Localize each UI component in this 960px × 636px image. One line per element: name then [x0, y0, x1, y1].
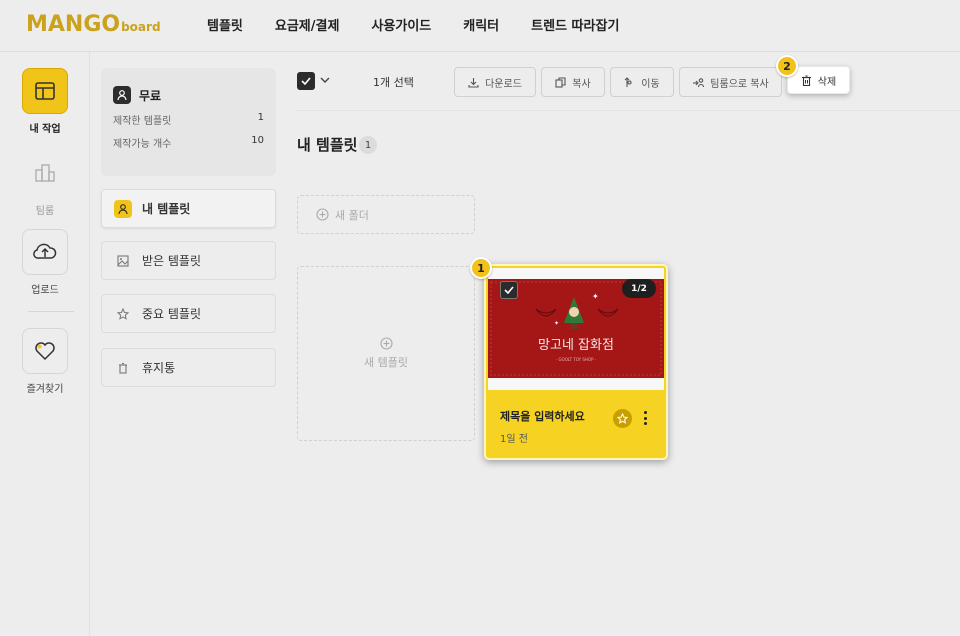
card-select-checkbox[interactable]: [500, 281, 518, 299]
main-nav: 템플릿 요금제/결제 사용가이드 캐릭터 트렌드 따라잡기: [207, 15, 651, 34]
copy-to-teamroom-button[interactable]: 팀룸으로 복사: [679, 67, 782, 97]
rail-upload-box[interactable]: [22, 229, 68, 275]
new-folder-label: 새 폴더: [335, 208, 369, 222]
download-button[interactable]: 다운로드: [454, 67, 536, 97]
delete-label: 삭제: [817, 76, 837, 88]
download-label: 다운로드: [485, 78, 522, 90]
logo-main: MANGO: [26, 12, 121, 37]
menu-trash-label: 휴지통: [142, 361, 176, 375]
svg-text:✦: ✦: [554, 320, 559, 327]
copy-label: 복사: [572, 78, 591, 90]
copy-to-teamroom-label: 팀룸으로 복사: [710, 78, 769, 90]
quota-available-row: 제작가능 개수 10: [113, 135, 264, 150]
heart-icon: [35, 342, 55, 361]
section-title: 내 템플릿: [297, 136, 358, 154]
thumbnail-title: 망고네 잡화점: [538, 338, 614, 353]
rail-favorites-label: 즐겨찾기: [26, 384, 64, 395]
user-badge-icon: [113, 86, 131, 104]
user-icon: [114, 199, 132, 218]
quota-available-label: 제작가능 개수: [113, 139, 172, 150]
rail-upload-label: 업로드: [31, 285, 59, 296]
favorite-star-button[interactable]: [613, 409, 632, 428]
more-options-icon[interactable]: [642, 409, 648, 427]
nav-pricing[interactable]: 요금제/결제: [275, 15, 340, 34]
new-template-label: 새 템플릿: [364, 356, 408, 369]
star-icon: [114, 305, 132, 323]
menu-received-templates-label: 받은 템플릿: [142, 254, 202, 268]
mangoboard-logo[interactable]: MANGO board: [26, 12, 161, 37]
rail-my-work[interactable]: 내 작업: [0, 68, 90, 135]
select-all-checkbox[interactable]: [297, 72, 315, 90]
toolbar-divider: [297, 110, 960, 111]
section-count-badge: 1: [359, 136, 377, 154]
cloud-upload-icon: [33, 243, 57, 259]
buildings-icon: [35, 164, 55, 182]
plan-header: 무료: [113, 86, 264, 104]
step-marker-2: 2: [776, 55, 798, 77]
menu-my-templates[interactable]: 내 템플릿: [101, 189, 276, 228]
logo-sub: board: [121, 20, 161, 34]
team-copy-icon: [693, 77, 705, 87]
rail-teamroom-label: 팀룸: [35, 206, 55, 217]
rail-my-work-box[interactable]: [22, 68, 68, 114]
image-icon: [114, 252, 132, 270]
rail-teamroom[interactable]: 팀룸: [0, 150, 90, 217]
copy-button[interactable]: 복사: [541, 67, 605, 97]
menu-received-templates[interactable]: 받은 템플릿: [101, 241, 276, 280]
quota-available-value: 10: [251, 135, 264, 146]
plan-name: 무료: [139, 88, 162, 103]
download-icon: [468, 77, 479, 88]
selection-count: 1개 선택: [373, 76, 414, 89]
rail-upload[interactable]: 업로드: [0, 229, 90, 296]
check-icon: [504, 286, 514, 294]
new-template-button[interactable]: 새 템플릿: [297, 266, 475, 441]
thumbnail-subtitle: · GOOLT TOY SHOP ·: [556, 357, 596, 362]
move-label: 이동: [641, 78, 660, 90]
rail-favorites[interactable]: 즐겨찾기: [0, 328, 90, 395]
menu-trash[interactable]: 휴지통: [101, 348, 276, 387]
check-icon: [301, 77, 311, 85]
layout-icon: [35, 82, 55, 100]
nav-guide[interactable]: 사용가이드: [371, 15, 431, 34]
star-icon: [617, 413, 628, 424]
nav-trend[interactable]: 트렌드 따라잡기: [531, 15, 619, 34]
quota-made-label: 제작한 템플릿: [113, 116, 172, 127]
step-marker-1: 1: [470, 257, 492, 279]
new-folder-button[interactable]: 새 폴더: [297, 195, 475, 234]
card-title[interactable]: 제목을 입력하세요: [500, 408, 585, 424]
plan-quota-panel: 무료 제작한 템플릿 1 제작가능 개수 10: [101, 68, 276, 176]
card-date: 1일 전: [500, 434, 528, 445]
top-header: MANGO board 템플릿 요금제/결제 사용가이드 캐릭터 트렌드 따라잡…: [0, 0, 960, 52]
quota-made-value: 1: [257, 112, 264, 123]
rail-favorites-box[interactable]: [22, 328, 68, 374]
template-card[interactable]: ✦ ✦ 망고네 잡화점 · GOOLT TOY SHOP · 1/2 제목을 입…: [484, 264, 668, 460]
quota-made-row: 제작한 템플릿 1: [113, 112, 264, 127]
trash-icon: [801, 74, 811, 86]
nav-character[interactable]: 캐릭터: [463, 15, 499, 34]
copy-icon: [555, 76, 566, 88]
plus-circle-icon: [316, 208, 329, 221]
rail-my-work-label: 내 작업: [29, 124, 61, 135]
trash-icon: [114, 359, 132, 377]
rail-divider: [28, 311, 74, 312]
left-rail: 내 작업 팀룸 업로드 즐겨찾기: [0, 52, 90, 636]
chevron-down-icon[interactable]: [319, 74, 331, 86]
move-button[interactable]: 이동: [610, 67, 674, 97]
svg-text:✦: ✦: [592, 292, 599, 301]
plus-circle-icon: [379, 337, 393, 350]
menu-my-templates-label: 내 템플릿: [142, 202, 191, 216]
page-count-badge: 1/2: [622, 279, 656, 298]
nav-templates[interactable]: 템플릿: [207, 15, 243, 34]
move-icon: [624, 76, 632, 87]
rail-teamroom-box[interactable]: [22, 150, 68, 196]
menu-important-templates[interactable]: 중요 템플릿: [101, 294, 276, 333]
menu-important-templates-label: 중요 템플릿: [142, 307, 202, 321]
